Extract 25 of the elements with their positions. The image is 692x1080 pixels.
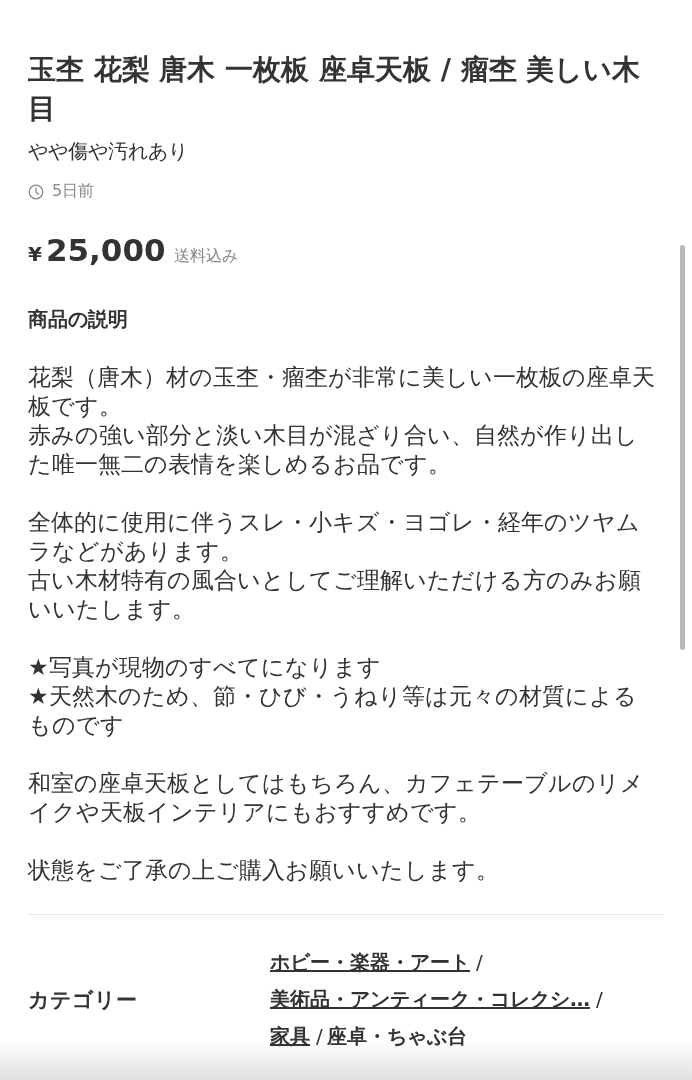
description-text: 古い木材特有の風合いとしてご理解いただける方のみお願いいたします。 (28, 566, 642, 624)
scrollbar[interactable] (680, 245, 685, 650)
category-name: 座卓・ちゃぶ台 (326, 1023, 467, 1050)
description-text: ★写真が現物のすべてになります (28, 653, 382, 682)
category-link[interactable]: 美術品・アンティーク・コレクシ… (270, 986, 590, 1013)
separator: / (476, 950, 483, 974)
category-label: カテゴリー (28, 986, 138, 1014)
description-text: 状態をご了承の上ご購入お願いいたします。 (28, 856, 500, 885)
clock-icon (28, 183, 44, 200)
shipping-note: 送料込み (173, 246, 238, 267)
category-link[interactable]: 家具 (270, 1023, 310, 1050)
currency-symbol: ¥ (28, 242, 42, 266)
product-title: 玉杢 花梨 唐木 一枚板 座卓天板 / 瘤杢 美しい木目 (28, 52, 642, 127)
description-text: ★天然木のため、節・ひび・うねり等は元々の材質によるものです (28, 682, 638, 740)
price-amount: 25,000 (45, 232, 166, 268)
description-text: 和室の座卓天板としてはもちろん、カフェテーブルのリメイクや天板インテリアにもおすすめです。 (28, 769, 645, 827)
category-link[interactable]: ホビー・楽器・アート (270, 949, 470, 976)
condition-text: やや傷や汚れあり (28, 138, 189, 165)
section-heading: 商品の説明 (28, 306, 129, 333)
separator: / (316, 1024, 323, 1048)
description-text: 全体的に使用に伴うスレ・小キズ・ヨゴレ・経年のツヤムラなどがあります。 (28, 508, 641, 566)
separator: / (596, 987, 603, 1011)
posted-time: 5日前 (52, 181, 95, 202)
description-text: 赤みの強い部分と淡い木目が混ざり合い、自然が作り出した唯一無二の表情を楽しめるお品です。 (28, 421, 639, 479)
description-text: 花梨（唐木）材の玉杢・瘤杢が非常に美しい一枚板の座卓天板です。 (28, 363, 656, 421)
